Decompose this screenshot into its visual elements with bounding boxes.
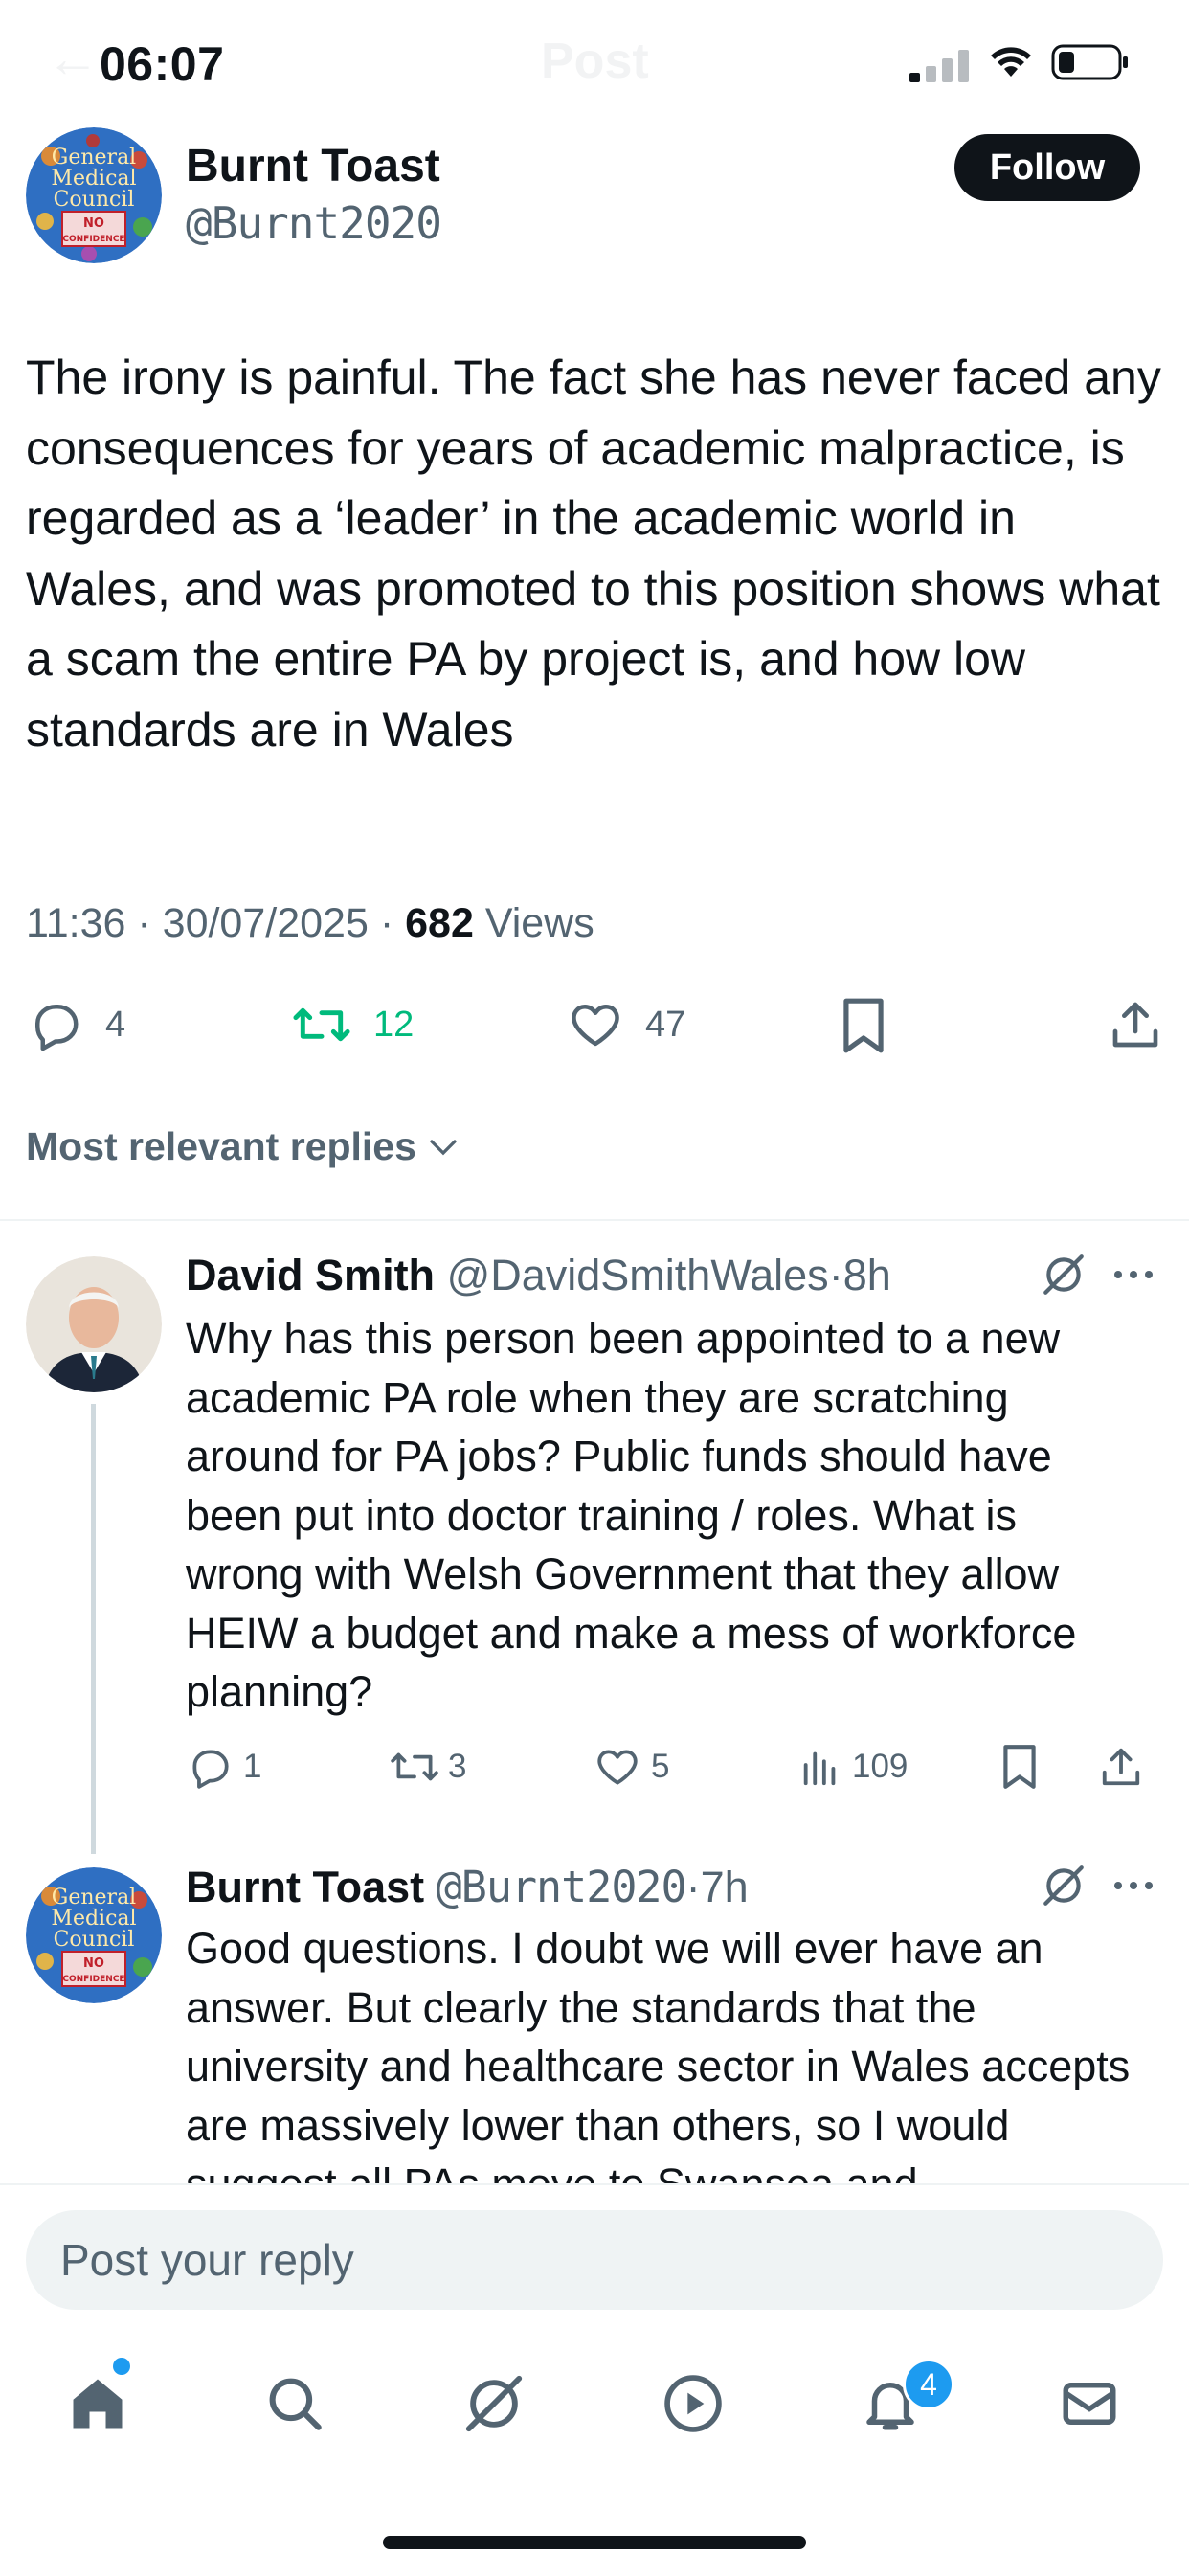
mail-icon — [1063, 2383, 1116, 2425]
reply-avatar[interactable]: General Medical Council NO CONFIDENCE — [26, 1867, 162, 2003]
bookmark-button[interactable] — [839, 996, 888, 1055]
grok-icon — [465, 2375, 523, 2432]
post-meta: 11:36 · 30/07/2025 · 682 Views — [26, 900, 594, 947]
wifi-icon — [991, 47, 1031, 77]
divider — [0, 1219, 1189, 1221]
reply-button[interactable]: 4 — [27, 996, 125, 1053]
replies-filter-label: Most relevant replies — [26, 1124, 416, 1168]
reply-icon — [35, 1005, 79, 1051]
bookmark-icon — [843, 998, 884, 1053]
bookmark-button[interactable] — [999, 1743, 1099, 1791]
share-button[interactable] — [1099, 1743, 1143, 1791]
reply-author-name[interactable]: Burnt Toast — [186, 1863, 424, 1911]
logo-word-4: NO — [83, 1956, 104, 1971]
search-icon — [269, 2378, 322, 2430]
chevron-down-icon — [430, 1139, 457, 1155]
views-button[interactable]: 109 — [798, 1745, 999, 1789]
post-time: 11:36 — [26, 900, 126, 946]
author-handle[interactable]: @Burnt2020 — [186, 197, 442, 249]
reply-avatar[interactable] — [26, 1256, 162, 1392]
repost-count: 12 — [373, 1004, 415, 1045]
follow-button[interactable]: Follow — [954, 134, 1140, 201]
nav-video[interactable] — [655, 2365, 731, 2442]
heart-icon — [597, 1750, 638, 1785]
views-label: Views — [484, 900, 594, 946]
logo-word-3: Council — [54, 1928, 135, 1952]
repost-count: 3 — [448, 1748, 467, 1785]
video-icon — [664, 2375, 722, 2432]
repost-icon — [391, 1752, 438, 1781]
reply-text: Why has this person been appointed to a … — [186, 1314, 1077, 1716]
meta-separator: · — [685, 1863, 701, 1911]
like-button[interactable]: 5 — [594, 1743, 798, 1791]
meta-separator: · — [137, 900, 151, 946]
home-unread-dot — [113, 2358, 130, 2375]
reply-header: Burnt Toast @Burnt2020·7h — [186, 1862, 749, 1912]
more-icon[interactable] — [1110, 1873, 1156, 1898]
thread-line — [91, 1404, 96, 1854]
back-icon[interactable]: ← — [46, 27, 100, 89]
meta-separator: · — [379, 900, 394, 946]
author-name[interactable]: Burnt Toast — [186, 140, 440, 192]
reply-count: 4 — [105, 1004, 126, 1045]
logo-word-5: CONFIDENCE — [62, 1975, 124, 1984]
heart-icon — [572, 1005, 619, 1047]
reply-header: David Smith @DavidSmithWales·8h — [186, 1251, 891, 1300]
signal-icon — [909, 50, 969, 82]
status-time: 06:07 — [100, 37, 225, 91]
nav-home[interactable] — [59, 2365, 136, 2442]
views-count: 682 — [405, 900, 474, 946]
reply-composer[interactable]: Post your reply — [26, 2210, 1163, 2310]
reply-author-name[interactable]: David Smith — [186, 1251, 435, 1299]
logo-word-5: CONFIDENCE — [62, 235, 124, 244]
reply-count: 1 — [243, 1748, 262, 1785]
like-count: 5 — [651, 1748, 670, 1785]
reply-author-handle[interactable]: @DavidSmithWales — [447, 1251, 829, 1299]
repost-button[interactable]: 12 — [291, 996, 414, 1053]
repost-button[interactable]: 3 — [389, 1743, 594, 1791]
reply-button[interactable]: 1 — [186, 1743, 389, 1791]
reply-icon — [192, 1750, 229, 1789]
like-button[interactable]: 47 — [567, 996, 685, 1053]
logo-word-3: Council — [54, 188, 135, 212]
views-count: 109 — [852, 1748, 909, 1785]
nav-search[interactable] — [257, 2365, 333, 2442]
grok-icon[interactable] — [1040, 1862, 1088, 1909]
home-icon — [73, 2379, 123, 2429]
meta-separator: · — [828, 1251, 843, 1299]
more-icon[interactable] — [1110, 1262, 1156, 1287]
reply-text: Good questions. I doubt we will ever hav… — [186, 1924, 1131, 2208]
reply-author-handle[interactable]: @Burnt2020 — [437, 1862, 687, 1912]
home-indicator — [383, 2536, 806, 2549]
reply-action-bar: 1 3 5 109 — [186, 1743, 1143, 1791]
post-date: 30/07/2025 — [162, 900, 369, 946]
like-count: 47 — [645, 1004, 686, 1045]
nav-grok[interactable] — [456, 2365, 532, 2442]
share-icon — [1102, 1748, 1140, 1786]
grok-icon[interactable] — [1040, 1251, 1088, 1299]
share-icon — [1112, 1002, 1158, 1048]
header-title: Post — [541, 34, 649, 89]
reply-composer-placeholder: Post your reply — [60, 2235, 354, 2285]
analytics-icon — [803, 1751, 836, 1786]
notification-badge: 4 — [903, 2359, 954, 2410]
share-button[interactable] — [1109, 996, 1162, 1053]
logo-word-4: NO — [83, 216, 104, 231]
nav-messages[interactable] — [1051, 2365, 1128, 2442]
post-text: The irony is painful. The fact she has n… — [26, 350, 1161, 757]
bookmark-icon — [1003, 1745, 1036, 1789]
repost-icon — [293, 1007, 350, 1042]
reply-age: 8h — [842, 1251, 891, 1299]
reply-age: 7h — [700, 1863, 749, 1911]
battery-icon — [1051, 44, 1128, 80]
author-avatar[interactable]: General Medical Council NO CONFIDENCE — [26, 127, 162, 263]
replies-filter[interactable]: Most relevant replies — [26, 1124, 460, 1169]
